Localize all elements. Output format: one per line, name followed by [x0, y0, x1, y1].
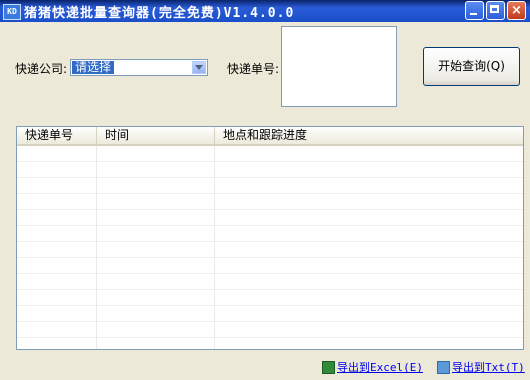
export-excel-link[interactable]: 导出到Excel(E): [322, 359, 423, 375]
minimize-icon: [470, 13, 477, 15]
app-icon: KD: [3, 4, 21, 20]
minimize-button[interactable]: [465, 1, 484, 20]
chevron-down-icon: [195, 65, 203, 70]
results-table[interactable]: 快递单号 时间 地点和跟踪进度: [16, 126, 524, 350]
column-header-location-progress[interactable]: 地点和跟踪进度: [215, 127, 513, 144]
close-button[interactable]: ×: [507, 1, 526, 20]
excel-icon: [322, 360, 335, 374]
export-txt-label[interactable]: 导出到Txt(T): [452, 361, 525, 374]
maximize-button[interactable]: [486, 1, 505, 20]
company-label: 快递公司:: [15, 62, 68, 76]
dropdown-button[interactable]: [192, 61, 206, 74]
export-excel-label[interactable]: 导出到Excel(E): [337, 361, 423, 374]
table-header: 快递单号 时间 地点和跟踪进度: [17, 127, 523, 146]
order-number-input[interactable]: [281, 26, 397, 107]
txt-icon: [437, 360, 450, 374]
maximize-icon: [490, 5, 499, 13]
window-title: 猪猪快递批量查询器(完全免费)V1.4.0.0: [24, 6, 295, 21]
close-icon: ×: [511, 3, 522, 18]
column-header-time[interactable]: 时间: [97, 127, 215, 144]
start-query-button[interactable]: 开始查询(Q): [423, 47, 520, 86]
column-header-order-number[interactable]: 快递单号: [17, 127, 97, 144]
export-txt-link[interactable]: 导出到Txt(T): [437, 359, 525, 375]
company-select[interactable]: 请选择: [70, 59, 208, 76]
company-select-value: 请选择: [72, 61, 115, 74]
order-number-label: 快递单号:: [227, 62, 280, 76]
table-body: [17, 146, 523, 349]
title-bar[interactable]: KD 猪猪快递批量查询器(完全免费)V1.4.0.0 ×: [0, 0, 530, 22]
